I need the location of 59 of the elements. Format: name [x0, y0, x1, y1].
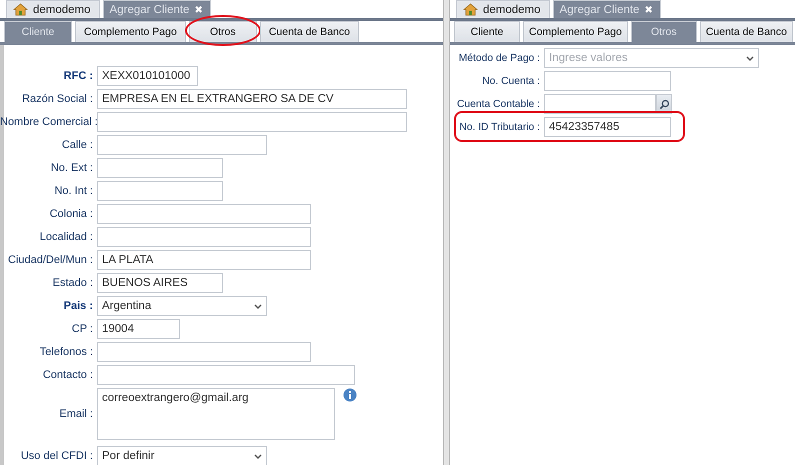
field-label: Cuenta Contable : — [456, 98, 540, 110]
dropdown-field[interactable]: Por definir — [97, 446, 267, 465]
caret-icon — [746, 56, 754, 60]
text-field[interactable] — [97, 112, 407, 132]
document-tab[interactable]: demodemo — [456, 0, 550, 18]
text-field[interactable] — [544, 71, 671, 91]
form-tab[interactable]: Complemento Pago — [75, 21, 186, 42]
field-label: Uso del CFDI : — [20, 450, 93, 462]
text-field[interactable] — [97, 204, 311, 224]
field-label: Contacto : — [42, 369, 93, 381]
field-label: Estado : — [52, 277, 93, 289]
text-field[interactable] — [97, 158, 223, 178]
field-label: No. Ext : — [50, 162, 93, 174]
text-field[interactable] — [97, 181, 223, 201]
search-icon — [658, 98, 670, 110]
info-icon[interactable] — [343, 388, 357, 402]
document-tab[interactable]: demodemo — [6, 0, 100, 18]
caret-icon — [254, 304, 262, 308]
field-label: RFC : — [62, 70, 93, 82]
text-field[interactable]: BUENOS AIRES — [97, 273, 223, 293]
field-label: Colonia : — [48, 208, 93, 220]
text-field[interactable]: LA PLATA — [97, 250, 311, 270]
caret-icon — [254, 454, 262, 458]
form-tab[interactable]: Otros — [188, 21, 257, 42]
pane-splitter[interactable] — [443, 0, 450, 465]
search-button[interactable] — [656, 94, 672, 114]
text-field[interactable]: 45423357485 — [544, 117, 671, 137]
field-label: Pais : — [62, 300, 93, 312]
document-tab[interactable]: Agregar Cliente ✖ — [552, 0, 662, 18]
form-tab[interactable]: Cliente — [454, 21, 520, 42]
text-area[interactable]: correoextrangero@gmail.arg — [97, 388, 335, 440]
field-label: No. ID Tributario : — [458, 122, 540, 132]
field-label: Método de Pago : — [458, 52, 540, 64]
form-tab[interactable]: Cuenta de Banco — [700, 21, 793, 42]
close-icon[interactable]: ✖ — [194, 4, 202, 16]
field-label: Razón Social : — [21, 93, 93, 105]
document-tab[interactable]: Agregar Cliente ✖ — [102, 0, 212, 18]
text-field[interactable]: EMPRESA EN EL EXTRANGERO SA DE CV — [97, 89, 407, 109]
home-icon — [463, 3, 478, 16]
form-tab[interactable]: Complemento Pago — [523, 21, 628, 42]
field-label: Email : — [58, 408, 93, 420]
field-label: Localidad : — [38, 231, 93, 243]
field-label: Calle : — [60, 139, 93, 151]
text-field[interactable]: 19004 — [97, 319, 180, 339]
field-label: Telefonos : — [38, 346, 93, 358]
field-label: CP : — [70, 323, 93, 335]
text-field[interactable] — [97, 342, 311, 362]
text-field[interactable] — [97, 135, 267, 155]
field-label: No. Cuenta : — [481, 76, 540, 86]
close-icon[interactable]: ✖ — [644, 4, 652, 16]
text-field[interactable] — [97, 227, 311, 247]
text-field[interactable]: XEXX010101000 — [97, 66, 198, 86]
field-label: Ciudad/Del/Mun : — [7, 254, 93, 266]
text-field[interactable] — [544, 94, 656, 114]
text-field[interactable] — [97, 365, 355, 385]
form-tab[interactable]: Cuenta de Banco — [260, 21, 359, 42]
field-label: No. Int : — [53, 185, 93, 197]
dropdown-field[interactable]: Argentina — [97, 296, 267, 316]
home-icon — [13, 3, 28, 16]
